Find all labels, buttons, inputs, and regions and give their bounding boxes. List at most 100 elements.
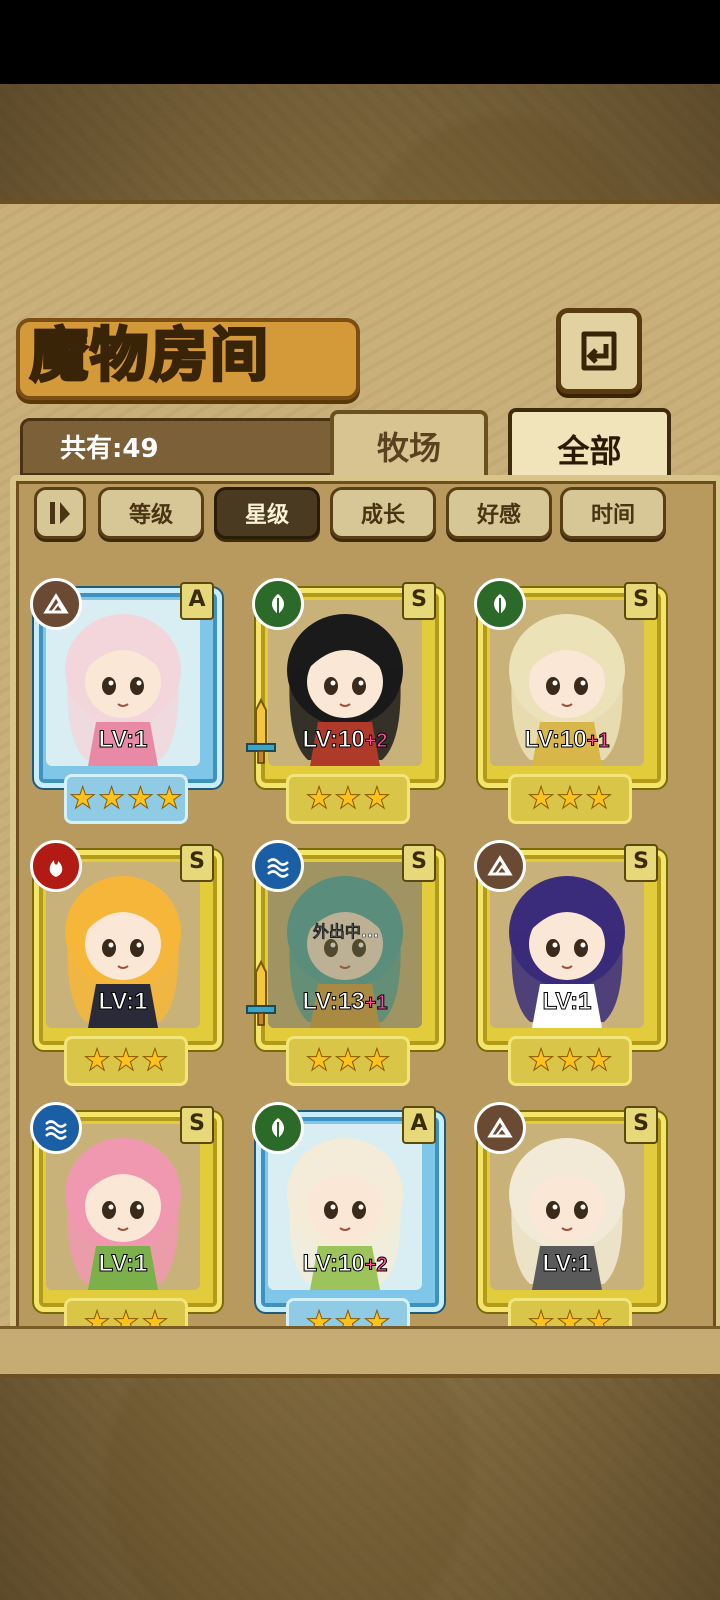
- monster-card[interactable]: 外出中... S LV:13+1 ★ ★ ★: [246, 840, 444, 1086]
- rank-badge: A: [402, 1106, 436, 1144]
- star-icon: ★: [305, 1305, 333, 1329]
- level-bonus: +1: [364, 992, 388, 1015]
- star-icon: ★: [305, 1043, 333, 1079]
- star-icon: ★: [155, 781, 183, 817]
- rank-badge: S: [402, 582, 436, 620]
- star-icon: ★: [305, 781, 333, 817]
- status-bar: [0, 0, 720, 84]
- monster-level: LV:1: [24, 1250, 222, 1278]
- level-text: LV:1: [98, 988, 148, 1016]
- water-element-icon: [252, 840, 304, 892]
- level-text: LV:10: [302, 1250, 365, 1278]
- star-icon: ★: [556, 1305, 584, 1329]
- monster-count: 共有:49: [60, 434, 159, 464]
- monster-card[interactable]: S LV:1 ★ ★ ★: [468, 1102, 666, 1328]
- star-icon: ★: [363, 1305, 391, 1329]
- monster-level: LV:10+2: [246, 726, 444, 754]
- earth-element-icon: [474, 1102, 526, 1154]
- monster-card[interactable]: S LV:1 ★ ★ ★: [24, 1102, 222, 1328]
- level-text: LV:1: [98, 726, 148, 754]
- monster-level: LV:1: [24, 726, 222, 754]
- monster-level: LV:1: [24, 988, 222, 1016]
- filter-level-button[interactable]: 等级: [98, 487, 204, 539]
- star-icon: ★: [556, 1043, 584, 1079]
- star-rating: ★ ★ ★ ★: [64, 774, 188, 824]
- star-icon: ★: [141, 1305, 169, 1329]
- sort-order-button[interactable]: [34, 487, 86, 539]
- grass-element-icon: [252, 1102, 304, 1154]
- water-element-icon: [30, 1102, 82, 1154]
- monster-card[interactable]: S LV:1 ★ ★ ★: [468, 840, 666, 1086]
- rank-badge: S: [624, 844, 658, 882]
- fire-element-icon: [30, 840, 82, 892]
- filter-star-button[interactable]: 星级: [214, 487, 320, 539]
- rank-badge: S: [180, 1106, 214, 1144]
- filter-affection-button[interactable]: 好感: [446, 487, 552, 539]
- level-bonus: +1: [586, 730, 610, 753]
- monster-grid: A LV:1 ★ ★ ★ ★ S LV:10+2 ★ ★ ★ S LV:10+1 ★ ★ ★ S LV:1 ★ ★ ★ 外…: [24, 548, 696, 1328]
- star-icon: ★: [585, 781, 613, 817]
- monster-level: LV:1: [468, 1250, 666, 1278]
- star-rating: ★ ★ ★: [508, 1298, 632, 1328]
- level-text: LV:10: [302, 726, 365, 754]
- monster-card[interactable]: A LV:1 ★ ★ ★ ★: [24, 578, 222, 824]
- monster-card[interactable]: S LV:10+1 ★ ★ ★: [468, 578, 666, 824]
- star-icon: ★: [83, 1305, 111, 1329]
- star-icon: ★: [334, 1043, 362, 1079]
- star-rating: ★ ★ ★: [508, 774, 632, 824]
- star-icon: ★: [556, 781, 584, 817]
- panel-bottom-ledge: [0, 1326, 720, 1373]
- star-icon: ★: [69, 781, 97, 817]
- star-rating: ★ ★ ★: [64, 1298, 188, 1328]
- star-icon: ★: [363, 781, 391, 817]
- page-title: 魔物房间: [28, 320, 271, 391]
- monster-level: LV:10+1: [468, 726, 666, 754]
- filter-time-button[interactable]: 时间: [560, 487, 666, 539]
- star-icon: ★: [141, 1043, 169, 1079]
- rank-badge: S: [402, 844, 436, 882]
- monster-card[interactable]: S LV:10+2 ★ ★ ★: [246, 578, 444, 824]
- monster-level: LV:1: [468, 988, 666, 1016]
- star-icon: ★: [585, 1043, 613, 1079]
- star-icon: ★: [83, 1043, 111, 1079]
- back-button[interactable]: [556, 308, 642, 394]
- monster-level: LV:13+1: [246, 988, 444, 1016]
- rank-badge: S: [180, 844, 214, 882]
- monster-level: LV:10+2: [246, 1250, 444, 1278]
- level-text: LV:13: [302, 988, 365, 1016]
- star-rating: ★ ★ ★: [508, 1036, 632, 1086]
- rank-badge: A: [180, 582, 214, 620]
- monster-card[interactable]: A LV:10+2 ★ ★ ★: [246, 1102, 444, 1328]
- grass-element-icon: [252, 578, 304, 630]
- star-icon: ★: [112, 1305, 140, 1329]
- earth-element-icon: [30, 578, 82, 630]
- level-bonus: +2: [364, 1254, 388, 1277]
- return-arrow-icon: [581, 331, 617, 371]
- star-icon: ★: [527, 1305, 555, 1329]
- level-text: LV:10: [524, 726, 587, 754]
- star-icon: ★: [585, 1305, 613, 1329]
- star-icon: ★: [334, 781, 362, 817]
- star-icon: ★: [127, 781, 155, 817]
- rank-badge: S: [624, 582, 658, 620]
- star-rating: ★ ★ ★: [64, 1036, 188, 1086]
- star-icon: ★: [334, 1305, 362, 1329]
- star-icon: ★: [527, 1043, 555, 1079]
- star-icon: ★: [98, 781, 126, 817]
- grass-element-icon: [474, 578, 526, 630]
- level-text: LV:1: [98, 1250, 148, 1278]
- star-rating: ★ ★ ★: [286, 1036, 410, 1086]
- filter-growth-button[interactable]: 成长: [330, 487, 436, 539]
- star-rating: ★ ★ ★: [286, 774, 410, 824]
- level-text: LV:1: [542, 1250, 592, 1278]
- earth-element-icon: [474, 840, 526, 892]
- rank-badge: S: [624, 1106, 658, 1144]
- monster-card[interactable]: S LV:1 ★ ★ ★: [24, 840, 222, 1086]
- star-rating: ★ ★ ★: [286, 1298, 410, 1328]
- star-icon: ★: [527, 781, 555, 817]
- sort-order-icon: [50, 502, 70, 524]
- sort-filter-bar: 等级 星级 成长 好感 时间: [28, 487, 688, 543]
- star-icon: ★: [363, 1043, 391, 1079]
- level-bonus: +2: [364, 730, 388, 753]
- tab-ranch[interactable]: 牧场: [330, 410, 488, 482]
